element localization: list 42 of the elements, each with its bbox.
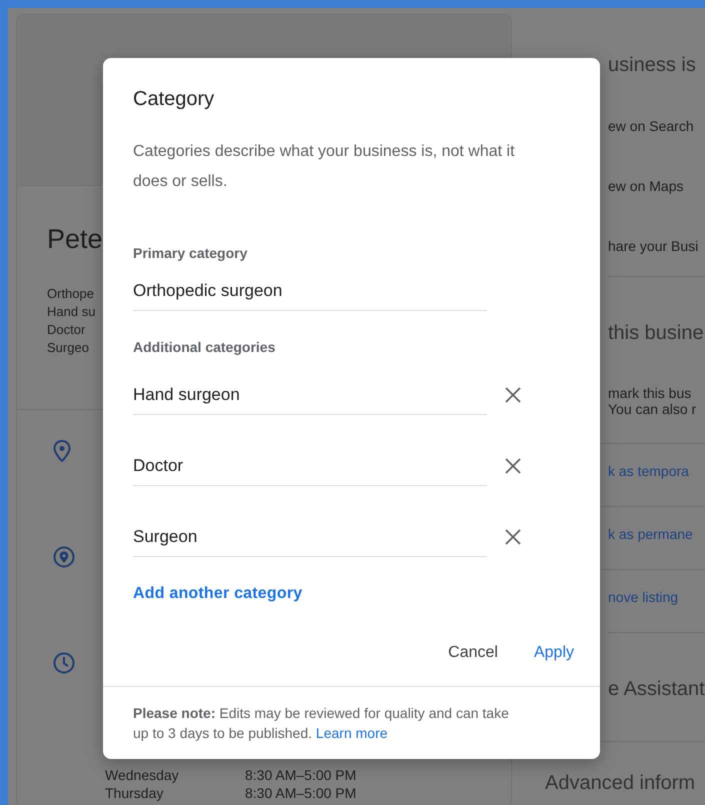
remove-button[interactable] [503, 385, 523, 405]
menu-item[interactable]: ew on Maps [608, 178, 705, 194]
close-icon [505, 529, 521, 545]
category-text: Orthope [47, 285, 95, 303]
hours-text: 8:30 AM–5:00 PM [245, 784, 358, 802]
field-label: Additional categories [133, 339, 276, 355]
action-link[interactable]: k as tempora [608, 463, 689, 479]
day-text: Wednesday [105, 766, 180, 784]
location-pin-icon [53, 440, 71, 462]
clock-icon [53, 652, 75, 674]
category-field[interactable]: Surgeon [133, 517, 487, 557]
primary-category-field[interactable]: Orthopedic surgeon [133, 271, 487, 311]
section-heading: e Assistant [608, 678, 705, 701]
field-label: Primary category [133, 245, 248, 261]
learn-more-link[interactable]: Learn more [316, 725, 388, 741]
category-field[interactable]: Doctor [133, 446, 487, 486]
section-heading: usiness is [608, 54, 697, 77]
target-icon [53, 546, 75, 568]
menu-item[interactable]: ew on Search [608, 118, 705, 134]
remove-button[interactable] [503, 527, 523, 547]
remove-button[interactable] [503, 456, 523, 476]
section-heading: this busine [608, 322, 705, 345]
hours-text: 8:30 AM–5:00 PM [245, 766, 358, 784]
dialog-description: Categories describe what your business is, not what it does or sells. [133, 142, 516, 192]
description-text: mark this bus You can also r [608, 385, 698, 417]
note-text: Please note: Edits may be reviewed for quality and can take up to 3 days to be published. Learn more [103, 686, 600, 759]
category-text: Surgeo [47, 339, 90, 357]
action-link[interactable]: k as permane [608, 526, 693, 542]
category-text: Doctor [47, 321, 86, 339]
apply-button[interactable]: Apply [522, 636, 586, 670]
category-field[interactable]: Hand surgeon [133, 375, 487, 415]
menu-item[interactable]: hare your Busi [608, 238, 705, 254]
add-category-link[interactable]: Add another category [133, 585, 302, 603]
dialog-title: Category [133, 88, 216, 111]
cancel-button[interactable]: Cancel [436, 636, 510, 670]
close-icon [505, 387, 521, 403]
business-name: Pete [47, 224, 104, 255]
category-text: Hand su [47, 303, 96, 321]
section-heading: Advanced inform [545, 772, 696, 795]
close-icon [505, 458, 521, 474]
action-link[interactable]: nove listing [608, 589, 678, 605]
day-text: Thursday [105, 784, 164, 802]
